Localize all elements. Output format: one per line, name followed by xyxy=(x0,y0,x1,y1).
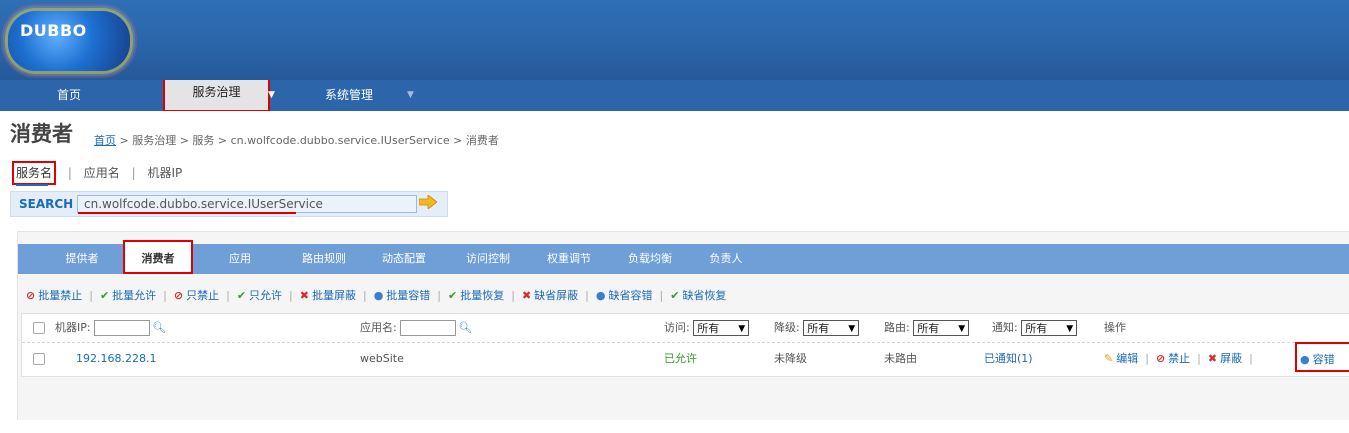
ban-icon: ⊘ xyxy=(26,289,36,302)
divider: | xyxy=(67,166,72,180)
tolerant-icon: ● xyxy=(373,289,384,302)
app-header: DUBBO xyxy=(0,0,1349,80)
row-degrade-status: 未降级 xyxy=(774,352,807,365)
arrow-right-icon[interactable] xyxy=(419,195,437,209)
nav-system-management[interactable]: 系统管理 xyxy=(300,80,398,111)
footer-space xyxy=(0,420,1349,433)
edit-button[interactable]: ✎ 编辑 xyxy=(1104,352,1138,365)
chevron-down-icon: ▼ xyxy=(407,90,414,100)
filter-app-name[interactable]: 应用名 xyxy=(84,166,120,180)
search-icon[interactable]: 🔍︎ xyxy=(458,314,472,342)
notify-select[interactable]: 所有 ▼ xyxy=(1021,320,1078,336)
header-route: 路由: 所有 ▼ xyxy=(884,314,970,342)
table-header-row: 机器IP: 🔍︎ 应用名: 🔍︎ 访问: 所有 ▼ 降级: 所有 ▼ 路由: 所有 ▼… xyxy=(22,314,1349,343)
search-input[interactable] xyxy=(77,195,417,213)
tolerant-button[interactable]: ● 容错 xyxy=(1295,342,1349,372)
batch-disable-button[interactable]: ⊘ 批量禁止 xyxy=(26,289,82,302)
disable-only-button[interactable]: ⊘ 只禁止 xyxy=(174,289,219,302)
action-toolbar: ⊘ 批量禁止 | ✔ 批量允许 | ⊘ 只禁止 | ✔ 只允许 | ✖ 批量屏蔽 | ● 批量容错 | ✔ 批量恢复 |… xyxy=(26,289,727,302)
tab-weight[interactable]: 权重调节 xyxy=(539,244,599,274)
tolerant-icon: ● xyxy=(1300,353,1310,366)
breadcrumb-path: > 服务治理 > 服务 > cn.wolfcode.dubbo.service.… xyxy=(116,134,499,147)
check-icon: ✔ xyxy=(99,289,110,302)
batch-tolerant-button[interactable]: ● 批量容错 xyxy=(374,289,431,302)
close-circle-icon: ✖ xyxy=(299,289,309,302)
table-row: 192.168.228.1 webSite 已允许 未降级 未路由 已通知(1)… xyxy=(22,342,1349,375)
row-ip[interactable]: 192.168.228.1 xyxy=(76,343,156,375)
tab-consumers[interactable]: 消费者 xyxy=(123,240,193,274)
batch-recover-button[interactable]: ✔ 批量恢复 xyxy=(448,289,504,302)
check-icon: ✔ xyxy=(670,289,680,302)
default-mask-button[interactable]: ✖ 缺省屏蔽 xyxy=(522,289,578,302)
chevron-down-icon: ▼ xyxy=(268,90,275,100)
app-name-filter-input[interactable] xyxy=(400,320,457,336)
degrade-select[interactable]: 所有 ▼ xyxy=(803,320,860,336)
filter-service-name[interactable]: 服务名 xyxy=(12,161,57,185)
row-notify-status[interactable]: 已通知(1) xyxy=(984,343,1033,375)
row-route-status: 未路由 xyxy=(884,352,917,365)
logo-text: DUBBO xyxy=(20,21,87,40)
batch-allow-button[interactable]: ✔ 批量允许 xyxy=(100,289,156,302)
dubbo-logo[interactable] xyxy=(8,11,130,71)
disable-button[interactable]: ⊘ 禁止 xyxy=(1156,352,1190,365)
allow-only-button[interactable]: ✔ 只允许 xyxy=(237,289,282,302)
pencil-icon: ✎ xyxy=(1104,352,1114,365)
search-label: SEARCH xyxy=(19,197,74,211)
access-select[interactable]: 所有 ▼ xyxy=(693,320,750,336)
tab-owner[interactable]: 负责人 xyxy=(701,244,751,274)
filter-machine-ip[interactable]: 机器IP xyxy=(147,166,182,180)
machine-ip-filter-input[interactable] xyxy=(94,320,151,336)
close-circle-icon: ✖ xyxy=(521,289,532,302)
tab-access-control[interactable]: 访问控制 xyxy=(458,244,518,274)
default-tolerant-button[interactable]: ● 缺省容错 xyxy=(596,289,653,302)
check-icon: ✔ xyxy=(448,289,458,302)
page-title: 消费者 xyxy=(10,122,73,146)
divider: | xyxy=(131,166,136,180)
select-all-checkbox[interactable] xyxy=(33,322,45,334)
route-select[interactable]: 所有 ▼ xyxy=(913,320,970,336)
header-machine-ip: 机器IP: 🔍︎ xyxy=(55,314,166,342)
tab-bar: 提供者 消费者 应用 路由规则 动态配置 访问控制 权重调节 负载均衡 负责人 xyxy=(18,240,1349,274)
header-degrade: 降级: 所有 ▼ xyxy=(774,314,860,342)
row-app: webSite xyxy=(360,352,404,365)
tab-providers[interactable]: 提供者 xyxy=(54,244,110,274)
header-access: 访问: 所有 ▼ xyxy=(664,314,750,342)
tab-dynamic-config[interactable]: 动态配置 xyxy=(374,244,434,274)
row-operations: ✎ 编辑 | ⊘ 禁止 | ✖ 屏蔽 | xyxy=(1104,343,1260,375)
ban-icon: ⊘ xyxy=(173,289,184,302)
row-checkbox[interactable] xyxy=(33,353,45,365)
search-icon[interactable]: 🔍︎ xyxy=(152,314,166,342)
header-operations: 操作 xyxy=(1104,321,1126,334)
nav-home[interactable]: 首页 xyxy=(0,80,138,111)
tab-load-balance[interactable]: 负载均衡 xyxy=(620,244,680,274)
check-icon: ✔ xyxy=(236,289,247,302)
main-nav: 首页 服务治理 ▼ 系统管理 ▼ xyxy=(0,80,1349,111)
header-notify: 通知: 所有 ▼ xyxy=(992,314,1078,342)
search-value-underline xyxy=(78,212,296,214)
ban-icon: ⊘ xyxy=(1155,352,1166,365)
active-filter-underline xyxy=(16,184,48,186)
breadcrumb-home-link[interactable]: 首页 xyxy=(94,134,116,147)
filter-row: 服务名 | 应用名 | 机器IP xyxy=(12,161,182,185)
breadcrumb: 首页 > 服务治理 > 服务 > cn.wolfcode.dubbo.servi… xyxy=(94,134,499,148)
row-access-status: 已允许 xyxy=(664,352,697,365)
close-circle-icon: ✖ xyxy=(1207,352,1218,365)
batch-mask-button[interactable]: ✖ 批量屏蔽 xyxy=(300,289,356,302)
consumer-table: 机器IP: 🔍︎ 应用名: 🔍︎ 访问: 所有 ▼ 降级: 所有 ▼ 路由: 所有 ▼… xyxy=(21,313,1349,377)
tolerant-icon: ● xyxy=(595,289,606,302)
nav-service-governance[interactable]: 服务治理 xyxy=(163,80,270,111)
mask-button[interactable]: ✖ 屏蔽 xyxy=(1208,352,1242,365)
tab-apps[interactable]: 应用 xyxy=(218,244,262,274)
header-app-name: 应用名: 🔍︎ xyxy=(360,314,472,342)
default-recover-button[interactable]: ✔ 缺省恢复 xyxy=(670,289,726,302)
tab-routing-rules[interactable]: 路由规则 xyxy=(294,244,354,274)
